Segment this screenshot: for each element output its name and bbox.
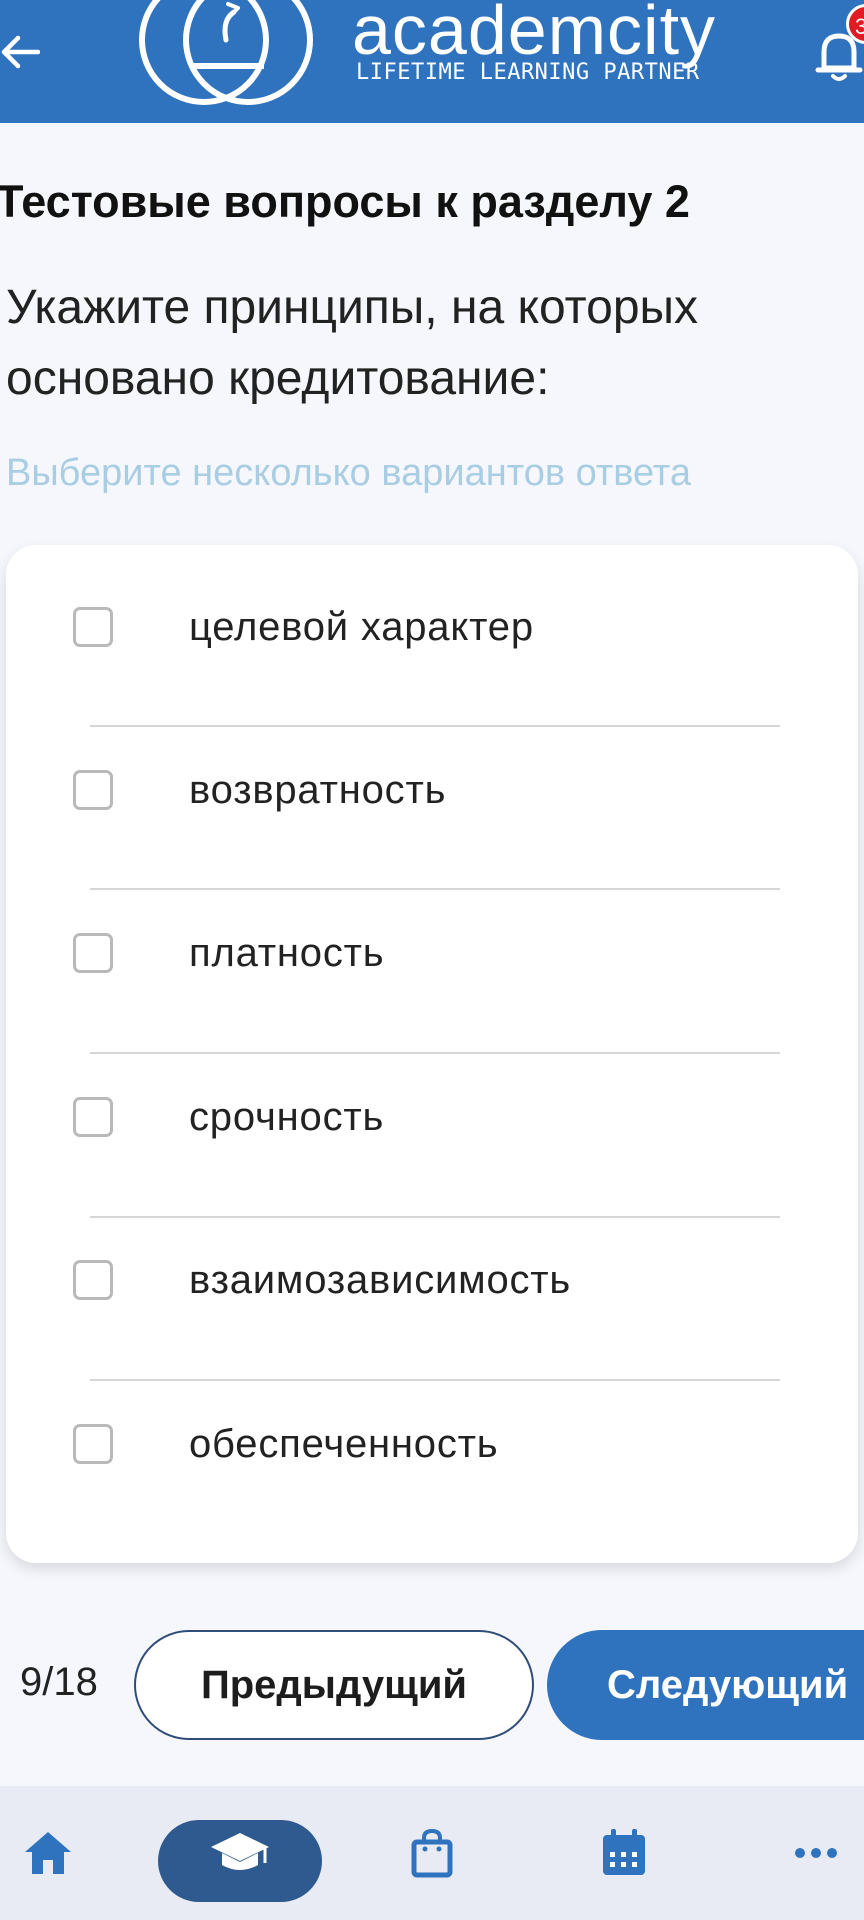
app-header: academcity LIFETIME LEARNING PARTNER 3 [0, 0, 864, 123]
option-label: взаимозависимость [189, 1257, 572, 1302]
next-button[interactable]: Следующий [547, 1630, 864, 1740]
option-checkbox[interactable] [73, 607, 113, 647]
nav-calendar[interactable] [596, 1786, 652, 1920]
calendar-icon [603, 1829, 645, 1875]
options-card: целевой характер возвратность платность … [6, 545, 858, 1563]
bottom-navigation [0, 1786, 864, 1920]
option-item[interactable]: целевой характер [6, 545, 858, 709]
nav-home[interactable] [18, 1786, 78, 1920]
option-label: целевой характер [189, 604, 534, 649]
nav-more[interactable] [790, 1786, 842, 1920]
arrow-left-icon [1, 35, 40, 69]
back-button[interactable] [0, 22, 48, 82]
more-dots-icon [795, 1848, 837, 1858]
academcity-logo [139, 0, 313, 105]
option-checkbox[interactable] [73, 1260, 113, 1300]
option-label: платность [189, 930, 385, 975]
option-checkbox[interactable] [73, 1097, 113, 1137]
option-checkbox[interactable] [73, 1424, 113, 1464]
option-label: возвратность [189, 767, 447, 812]
previous-button[interactable]: Предыдущий [134, 1630, 534, 1740]
option-item[interactable]: платность [6, 871, 858, 1035]
option-checkbox[interactable] [73, 933, 113, 973]
brand-tagline: LIFETIME LEARNING PARTNER [356, 60, 700, 85]
nav-shop[interactable] [404, 1786, 460, 1920]
answer-hint: Выберите несколько вариантов ответа [6, 452, 692, 494]
question-counter: 9/18 [20, 1660, 98, 1704]
section-title: Тестовые вопросы к разделу 2 [0, 176, 690, 227]
option-checkbox[interactable] [73, 770, 113, 810]
option-item[interactable]: возвратность [6, 708, 858, 872]
shopping-bag-icon [411, 1828, 453, 1878]
home-icon [25, 1832, 71, 1874]
nav-courses[interactable] [158, 1786, 322, 1920]
option-item[interactable]: обеспеченность [6, 1362, 858, 1526]
option-item[interactable]: срочность [6, 1035, 858, 1199]
option-label: срочность [189, 1094, 385, 1139]
graduation-cap-icon [211, 1833, 269, 1870]
option-label: обеспеченность [189, 1421, 499, 1466]
option-item[interactable]: взаимозависимость [6, 1198, 858, 1362]
question-text: Укажите принципы, на которых основано кр… [6, 281, 699, 405]
